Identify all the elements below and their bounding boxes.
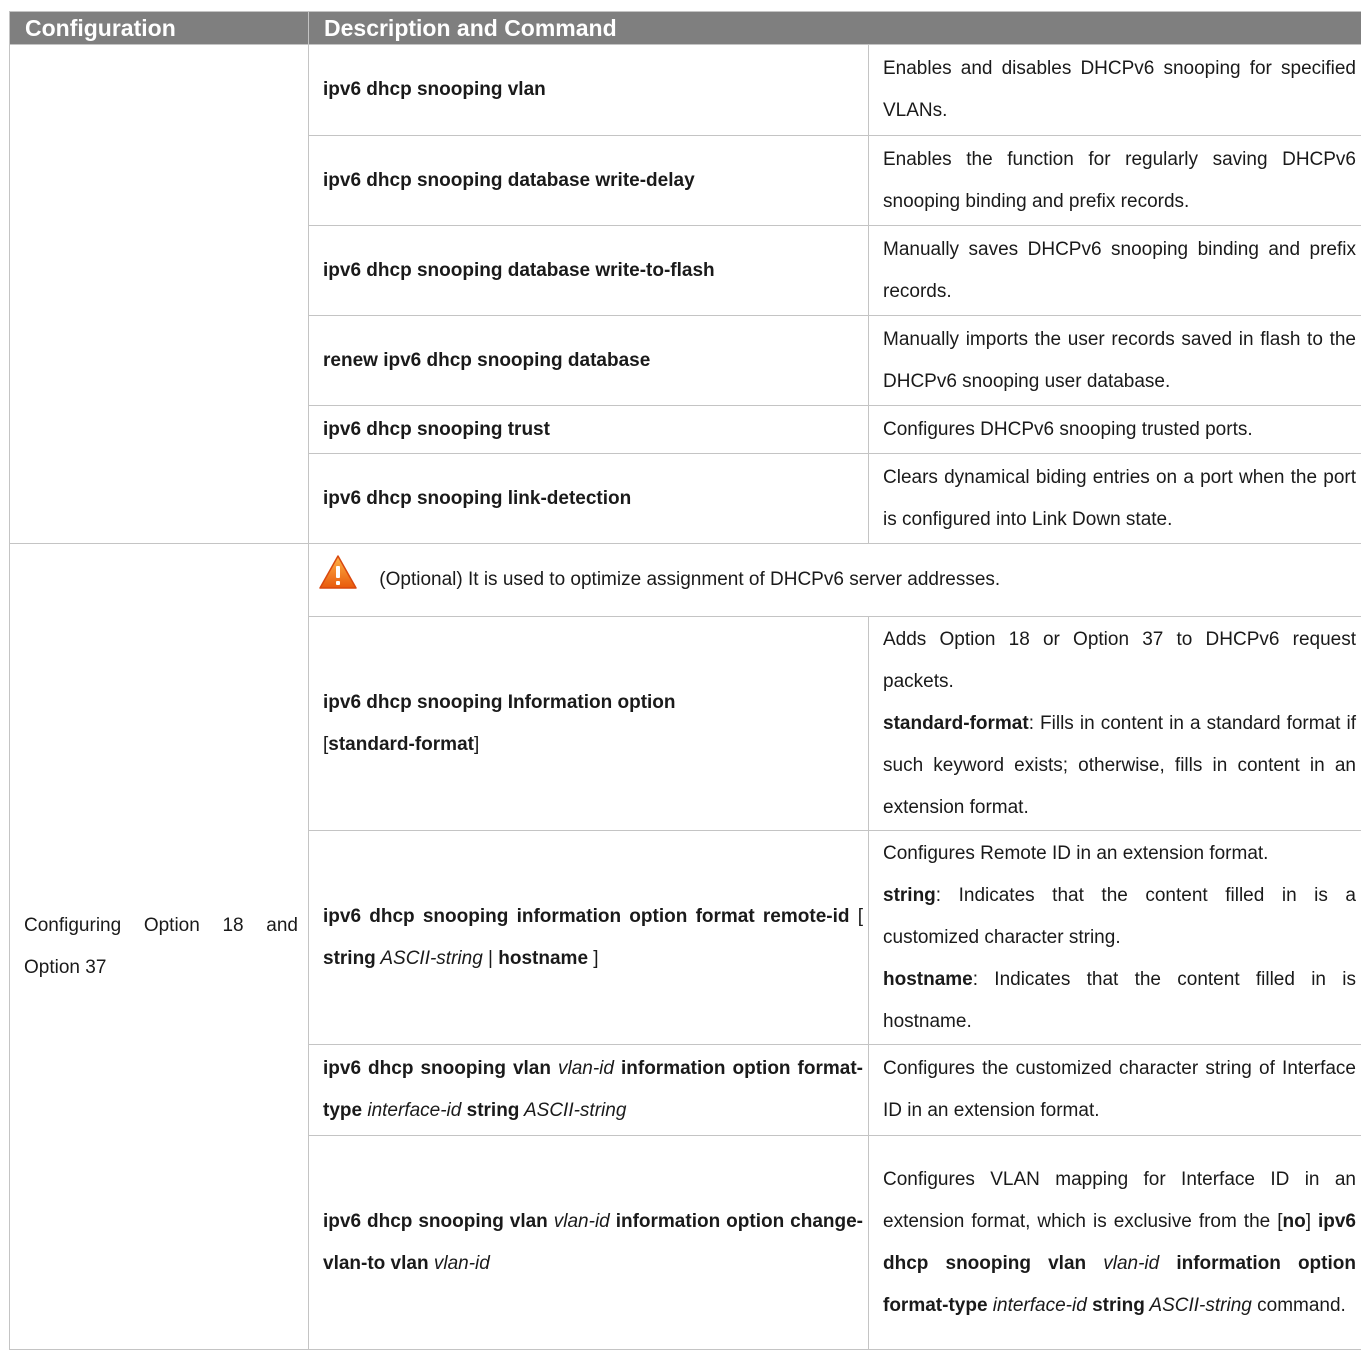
description-cell: Configures the customized character stri…: [869, 1045, 1361, 1136]
description-cell: Enables and disables DHCPv6 snooping for…: [869, 45, 1361, 136]
command-cell: ipv6 dhcp snooping link-detection: [309, 454, 869, 544]
description-cell: Adds Option 18 or Option 37 to DHCPv6 re…: [869, 617, 1361, 831]
command-cell: ipv6 dhcp snooping database write-to-fla…: [309, 226, 869, 316]
table-header-row: Configuration Description and Command: [10, 12, 1361, 45]
description-line: Adds Option 18 or Option 37 to DHCPv6 re…: [883, 619, 1356, 703]
description-keyword: string: [883, 885, 936, 906]
command-cell: ipv6 dhcp snooping trust: [309, 406, 869, 454]
header-configuration: Configuration: [10, 12, 309, 45]
command-cell: ipv6 dhcp snooping Information option [s…: [309, 617, 869, 831]
note-row: Configuring Option 18 and Option 37: [10, 544, 1361, 617]
command-cell: ipv6 dhcp snooping vlan vlan-id informat…: [309, 1045, 869, 1136]
bracket-close: ]: [474, 734, 479, 755]
configuration-cell: Configuring Option 18 and Option 37: [10, 544, 309, 1350]
command-text: ipv6 dhcp snooping vlan: [323, 1211, 548, 1232]
command-argument: vlan-id: [548, 1211, 616, 1232]
header-description-command: Description and Command: [309, 12, 1361, 45]
configuration-table: Configuration Description and Command ip…: [9, 11, 1361, 1350]
description-keyword: no: [1282, 1211, 1305, 1232]
command-separator: |: [483, 948, 499, 969]
command-text: ]: [588, 948, 599, 969]
description-text: ]: [1306, 1211, 1318, 1232]
description-cell: Manually saves DHCPv6 snooping binding a…: [869, 226, 1361, 316]
command-cell: ipv6 dhcp snooping vlan vlan-id informat…: [309, 1136, 869, 1350]
command-text: ipv6 dhcp snooping Information option: [323, 692, 676, 713]
configuration-cell-empty: [10, 45, 309, 544]
command-argument: interface-id: [362, 1100, 467, 1121]
description-cell: Configures VLAN mapping for Interface ID…: [869, 1136, 1361, 1350]
command-argument: ASCII-string: [376, 948, 483, 969]
description-cell: Clears dynamical biding entries on a por…: [869, 454, 1361, 544]
keyword-standard-format: standard-format: [328, 734, 474, 755]
note-text: (Optional) It is used to optimize assign…: [379, 569, 1000, 590]
description-cell: Configures Remote ID in an extension for…: [869, 831, 1361, 1045]
description-line: Configures Remote ID in an extension for…: [883, 833, 1356, 875]
command-cell: ipv6 dhcp snooping vlan: [309, 45, 869, 136]
command-argument: ASCII-string: [519, 1100, 626, 1121]
command-text: ipv6 dhcp snooping vlan: [323, 1058, 551, 1079]
command-cell: ipv6 dhcp snooping database write-delay: [309, 136, 869, 226]
description-text: : Indicates that the content filled in i…: [883, 885, 1356, 948]
table-row: ipv6 dhcp snooping vlan Enables and disa…: [10, 45, 1361, 136]
description-cell: Enables the function for regularly savin…: [869, 136, 1361, 226]
note-cell: (Optional) It is used to optimize assign…: [309, 544, 1361, 617]
description-line: hostname: Indicates that the content fil…: [883, 959, 1356, 1043]
warning-icon: [318, 554, 358, 606]
description-line: string: Indicates that the content fille…: [883, 875, 1356, 959]
description-argument: interface-id: [988, 1295, 1093, 1316]
command-argument: vlan-id: [551, 1058, 621, 1079]
description-cell: Manually imports the user records saved …: [869, 316, 1361, 406]
command-keyword: string: [467, 1100, 520, 1121]
command-cell: ipv6 dhcp snooping information option fo…: [309, 831, 869, 1045]
description-keyword: standard-format: [883, 713, 1029, 734]
command-keyword: string: [323, 948, 376, 969]
command-argument: vlan-id: [429, 1253, 490, 1274]
command-keyword: hostname: [498, 948, 588, 969]
description-argument: vlan-id: [1086, 1253, 1176, 1274]
description-keyword: hostname: [883, 969, 973, 990]
description-keyword: string: [1092, 1295, 1145, 1316]
description-argument: ASCII-string: [1145, 1295, 1252, 1316]
description-cell: Configures DHCPv6 snooping trusted ports…: [869, 406, 1361, 454]
description-text: command.: [1252, 1295, 1346, 1316]
command-cell: renew ipv6 dhcp snooping database: [309, 316, 869, 406]
command-text: ipv6 dhcp snooping information option fo…: [323, 906, 849, 927]
configuration-label: Configuring Option 18 and Option 37: [24, 915, 298, 978]
command-text: [: [849, 906, 863, 927]
